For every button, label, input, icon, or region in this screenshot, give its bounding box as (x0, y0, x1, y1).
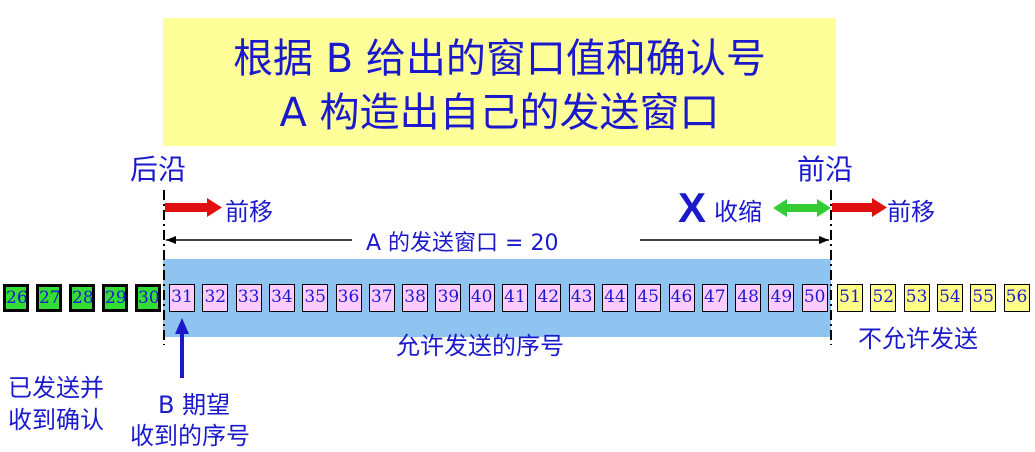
window-size-label: A 的发送窗口 = 20 (366, 231, 558, 256)
shrink-x-mark: X (678, 184, 706, 231)
shrink-double-arrow (773, 199, 831, 217)
trailing-forward-arrow (165, 198, 222, 217)
leading-forward-arrow (832, 198, 887, 217)
diagram-overlay: X A 的发送窗口 = 20 (163, 184, 887, 378)
